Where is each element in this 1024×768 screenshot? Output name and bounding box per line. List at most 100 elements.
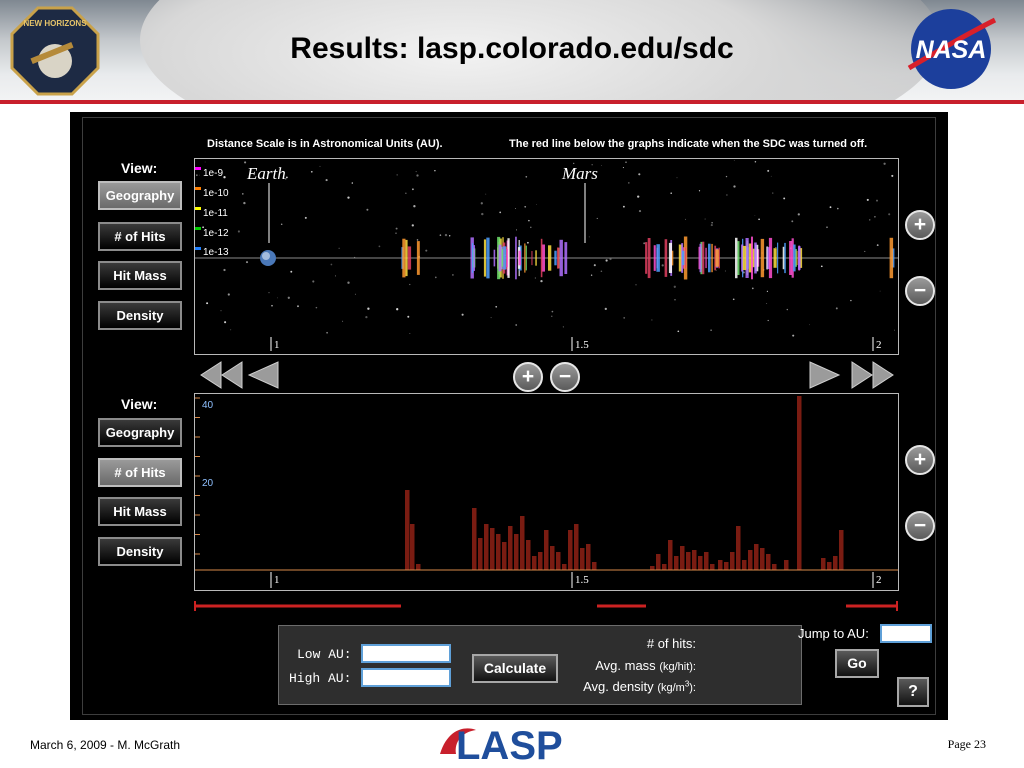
hit-count-bar <box>484 524 489 570</box>
dust-impact-mark <box>715 249 719 267</box>
nasa-logo: NASA <box>907 9 997 89</box>
dust-impact-mark <box>493 249 496 267</box>
top-tick-1-5: 1.5 <box>575 339 589 351</box>
hit-count-bar <box>784 560 789 570</box>
top-geography-button[interactable]: Geography <box>98 181 182 210</box>
top-zoom-in-icon[interactable]: + <box>905 210 935 240</box>
mass-unit-text: (kg/hit): <box>659 661 696 673</box>
hits-y-label-40: 40 <box>202 400 214 411</box>
dust-impact-mark <box>705 247 707 269</box>
dust-impact-mark <box>768 237 773 279</box>
hit-count-bar <box>668 540 673 570</box>
hit-count-bar <box>710 564 715 570</box>
app-frame: Distance Scale is in Astronomical Units … <box>82 117 936 715</box>
hit-count-bar <box>526 540 531 570</box>
legend-scale-1e-10: 1e-10 <box>203 188 229 199</box>
low-au-input[interactable] <box>361 644 451 663</box>
bottom-zoom-out-icon[interactable]: − <box>905 511 935 541</box>
dust-impact-mark <box>515 236 517 280</box>
jump-label: Jump to AU: <box>798 626 869 641</box>
hit-count-bar <box>698 556 703 570</box>
hit-count-bar <box>736 526 741 570</box>
jump-au-input[interactable] <box>880 624 932 643</box>
calculate-button[interactable]: Calculate <box>472 654 558 683</box>
step-back-icon[interactable] <box>247 361 279 389</box>
hit-count-bar <box>797 396 802 570</box>
bottom-density-button[interactable]: Density <box>98 537 182 566</box>
hit-count-bar <box>514 534 519 570</box>
high-au-label: High AU: <box>289 671 352 686</box>
hit-count-bar <box>766 554 771 570</box>
hit-count-bar <box>662 564 667 570</box>
dust-impact-mark <box>407 246 412 270</box>
dust-impact-mark <box>782 246 785 270</box>
hit-count-bar <box>568 530 573 570</box>
hits-result-label: # of hits: <box>646 636 696 651</box>
bottom-hit-mass-button[interactable]: Hit Mass <box>98 497 182 526</box>
hit-count-bar <box>748 550 753 570</box>
fast-forward-icon[interactable] <box>851 361 895 389</box>
bottom-geography-button[interactable]: Geography <box>98 418 182 447</box>
timeline-zoom-in-icon[interactable]: + <box>513 362 543 392</box>
page-number: Page 23 <box>947 737 986 751</box>
bottom-tick-2: 2 <box>876 574 882 586</box>
hit-count-bar <box>724 562 729 570</box>
bottom-hits-button[interactable]: # of Hits <box>98 458 182 487</box>
mass-label-text: Avg. mass <box>595 658 656 673</box>
timeline-zoom-out-icon[interactable]: − <box>550 362 580 392</box>
high-au-input[interactable] <box>361 668 451 687</box>
geography-plot: 1e-9 1e-10 1e-11 1e-12 1e-13 Earth Mars … <box>195 160 898 351</box>
hit-count-bar <box>520 516 525 570</box>
dust-impact-mark <box>668 242 672 273</box>
top-hits-button[interactable]: # of Hits <box>98 222 182 251</box>
dust-impact-mark <box>773 248 777 268</box>
dust-impact-mark <box>889 237 894 279</box>
hit-count-bar <box>405 490 410 570</box>
dust-impact-mark <box>682 250 685 266</box>
footer-date-author: March 6, 2009 - M. McGrath <box>30 738 181 752</box>
lasp-logo-text: LASP <box>456 724 563 764</box>
dust-impact-mark <box>784 242 786 274</box>
density-label-text: Avg. density <box>583 679 654 694</box>
density-unit-text: (kg/m3): <box>657 679 696 694</box>
dust-impact-mark <box>798 246 801 270</box>
top-tick-1: 1 <box>274 339 280 351</box>
dust-impact-mark <box>531 251 533 266</box>
dust-impact-mark <box>473 245 475 271</box>
dust-impact-mark <box>647 238 651 279</box>
dust-impact-mark <box>754 242 757 274</box>
dust-impact-mark <box>760 238 765 278</box>
dust-impact-mark <box>796 250 798 266</box>
hits-graph[interactable]: 40 20 1 1.5 2 <box>194 393 899 591</box>
dust-impact-mark <box>524 243 526 273</box>
dust-impact-mark <box>525 245 527 271</box>
rewind-icon[interactable] <box>199 361 243 389</box>
go-button[interactable]: Go <box>835 649 879 678</box>
top-zoom-out-icon[interactable]: − <box>905 276 935 306</box>
legend-scale-1e-9: 1e-9 <box>203 168 223 179</box>
help-icon[interactable]: ? <box>897 677 929 707</box>
bottom-tick-1-5: 1.5 <box>575 574 589 586</box>
step-forward-icon[interactable] <box>809 361 841 389</box>
hit-count-bar <box>472 508 477 570</box>
dust-impact-mark <box>472 243 474 273</box>
new-horizons-logo-text: NEW HORIZONS <box>23 19 87 28</box>
hits-y-label-20: 20 <box>202 478 214 489</box>
hit-count-bar <box>760 548 765 570</box>
legend-scale-1e-13: 1e-13 <box>203 247 229 258</box>
hit-count-bar <box>478 538 483 570</box>
red-line-note: The red line below the graphs indicate w… <box>509 138 868 150</box>
geography-graph[interactable]: 1e-9 1e-10 1e-11 1e-12 1e-13 Earth Mars … <box>194 158 899 355</box>
hit-count-bar <box>544 530 549 570</box>
mars-label: Mars <box>561 164 598 183</box>
hit-count-bar <box>538 552 543 570</box>
bottom-zoom-in-icon[interactable]: + <box>905 445 935 475</box>
hit-count-bar <box>592 562 597 570</box>
low-au-label: Low AU: <box>297 647 352 662</box>
dust-impact-mark <box>554 250 557 266</box>
top-hit-mass-button[interactable]: Hit Mass <box>98 261 182 290</box>
dust-impact-mark <box>535 250 537 266</box>
dust-impact-mark <box>737 241 740 275</box>
top-density-button[interactable]: Density <box>98 301 182 330</box>
dust-impact-mark <box>751 236 753 280</box>
